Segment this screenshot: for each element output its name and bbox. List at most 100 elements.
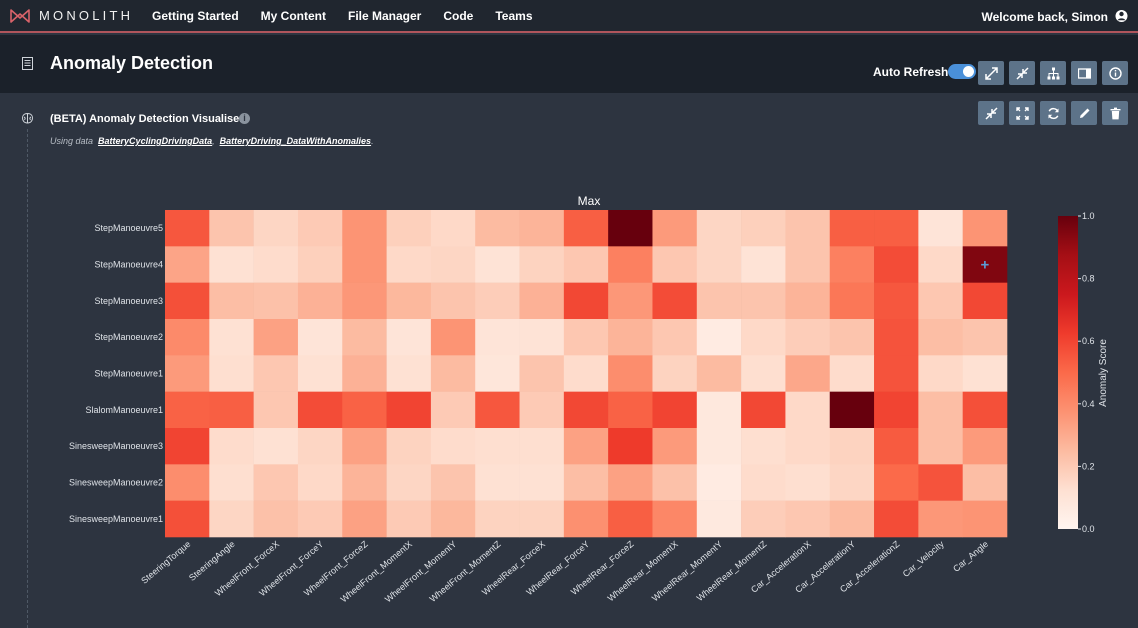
heatmap-cell[interactable]: [696, 428, 742, 465]
heatmap-cell[interactable]: [209, 391, 254, 429]
heatmap-cell[interactable]: [785, 319, 831, 356]
heatmap-cell[interactable]: [785, 355, 831, 392]
heatmap-cell[interactable]: [874, 500, 919, 538]
heatmap-cell[interactable]: [962, 500, 1008, 538]
heatmap-cell[interactable]: [297, 428, 343, 465]
heatmap-cell[interactable]: [165, 428, 210, 465]
heatmap-cell[interactable]: [608, 428, 653, 465]
heatmap-cell[interactable]: [430, 246, 476, 283]
heatmap-cell[interactable]: [209, 355, 254, 392]
heatmap-cell[interactable]: [962, 319, 1008, 356]
heatmap-cell[interactable]: [608, 464, 653, 501]
heatmap-cell[interactable]: [563, 246, 609, 283]
heatmap-cell[interactable]: [297, 355, 343, 392]
heatmap-cell[interactable]: [741, 319, 786, 356]
heatmap-cell[interactable]: [785, 210, 831, 247]
heatmap-cell[interactable]: [342, 500, 387, 538]
heatmap-cell[interactable]: [918, 391, 963, 429]
heatmap-cell[interactable]: [563, 391, 609, 429]
heatmap-cell[interactable]: [430, 428, 476, 465]
heatmap-cell[interactable]: [962, 428, 1008, 465]
heatmap-cell[interactable]: [165, 319, 210, 356]
heatmap-cell[interactable]: [165, 500, 210, 538]
heatmap-cell[interactable]: [696, 391, 742, 429]
heatmap-cell[interactable]: [563, 282, 609, 320]
heatmap-cell[interactable]: [962, 282, 1008, 320]
heatmap-cell[interactable]: [696, 319, 742, 356]
heatmap-cell[interactable]: [918, 464, 963, 501]
heatmap-cell[interactable]: [519, 355, 565, 392]
heatmap-cell[interactable]: [918, 246, 963, 283]
user-account-icon[interactable]: [1115, 9, 1128, 23]
heatmap-cell[interactable]: [342, 355, 387, 392]
heatmap-cell[interactable]: [918, 210, 963, 247]
heatmap-cell[interactable]: [342, 319, 387, 356]
heatmap-cell[interactable]: [652, 355, 698, 392]
heatmap-cell[interactable]: [386, 210, 432, 247]
heatmap-cell[interactable]: [741, 428, 786, 465]
heatmap-cell[interactable]: [874, 246, 919, 283]
heatmap-cell[interactable]: [519, 391, 565, 429]
heatmap-cell[interactable]: [874, 282, 919, 320]
heatmap-cell[interactable]: [918, 500, 963, 538]
heatmap-cell[interactable]: [652, 246, 698, 283]
nav-my-content[interactable]: My Content: [261, 9, 326, 23]
heatmap-cell[interactable]: [430, 355, 476, 392]
heatmap-cell[interactable]: [696, 246, 742, 283]
heatmap-cell[interactable]: [430, 282, 476, 320]
heatmap-cell[interactable]: [874, 464, 919, 501]
heatmap-cell[interactable]: [519, 464, 565, 501]
heatmap-cell[interactable]: [696, 355, 742, 392]
heatmap-cell[interactable]: [519, 282, 565, 320]
heatmap-cell[interactable]: [253, 210, 299, 247]
heatmap-cell[interactable]: [652, 391, 698, 429]
heatmap-cell[interactable]: [253, 391, 299, 429]
heatmap-cell[interactable]: [430, 464, 476, 501]
heatmap-cell[interactable]: [874, 428, 919, 465]
heatmap-cell[interactable]: [962, 355, 1008, 392]
heatmap-cell[interactable]: [253, 428, 299, 465]
heatmap-cell[interactable]: [785, 464, 831, 501]
heatmap-cell[interactable]: [297, 464, 343, 501]
heatmap-cell[interactable]: [741, 210, 786, 247]
heatmap-cell[interactable]: [253, 500, 299, 538]
heatmap-cell[interactable]: [829, 464, 875, 501]
heatmap-cell[interactable]: [297, 246, 343, 283]
heatmap-cell[interactable]: [386, 282, 432, 320]
heatmap-cell[interactable]: [696, 210, 742, 247]
heatmap-cell[interactable]: [962, 210, 1008, 247]
heatmap-cell[interactable]: [696, 500, 742, 538]
heatmap-cell[interactable]: [386, 391, 432, 429]
heatmap-cell[interactable]: [608, 282, 653, 320]
heatmap-cell[interactable]: [563, 210, 609, 247]
nav-getting-started[interactable]: Getting Started: [152, 9, 239, 23]
heatmap-cell[interactable]: [652, 428, 698, 465]
heatmap-cell[interactable]: [209, 464, 254, 501]
heatmap-cell[interactable]: [608, 500, 653, 538]
collapse-all-button[interactable]: [1009, 61, 1035, 85]
heatmap-cell[interactable]: [962, 391, 1008, 429]
heatmap-cell[interactable]: [918, 319, 963, 356]
heatmap-cell[interactable]: [829, 428, 875, 465]
heatmap-cell[interactable]: [519, 500, 565, 538]
heatmap-cell[interactable]: [297, 282, 343, 320]
heatmap-cell[interactable]: [741, 464, 786, 501]
heatmap-cell[interactable]: [165, 210, 210, 247]
heatmap-cell[interactable]: [342, 210, 387, 247]
heatmap-cell[interactable]: [519, 428, 565, 465]
heatmap-cell[interactable]: [608, 391, 653, 429]
nav-file-manager[interactable]: File Manager: [348, 9, 421, 23]
heatmap-cell[interactable]: [785, 428, 831, 465]
heatmap-cell[interactable]: [918, 282, 963, 320]
heatmap-cell[interactable]: [608, 210, 653, 247]
heatmap-cell[interactable]: [785, 246, 831, 283]
heatmap-cell[interactable]: [253, 355, 299, 392]
heatmap-cell[interactable]: [785, 282, 831, 320]
heatmap-cell[interactable]: [475, 500, 520, 538]
heatmap-cell[interactable]: [342, 282, 387, 320]
heatmap-cell[interactable]: [475, 282, 520, 320]
heatmap-cell[interactable]: [563, 428, 609, 465]
heatmap-cell[interactable]: [652, 500, 698, 538]
heatmap-cell[interactable]: [253, 282, 299, 320]
heatmap-cell[interactable]: [209, 246, 254, 283]
